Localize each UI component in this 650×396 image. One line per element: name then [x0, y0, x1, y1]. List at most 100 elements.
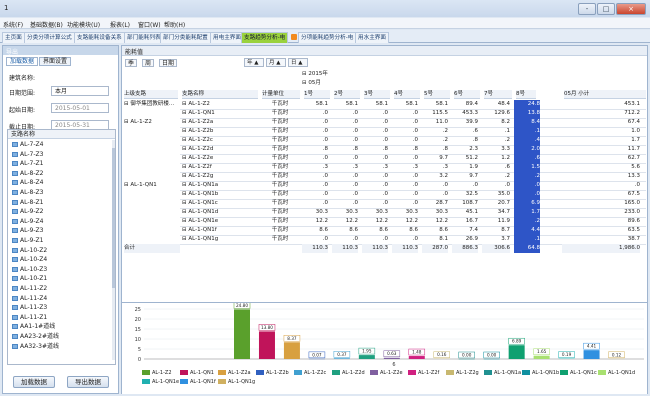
menu-system[interactable]: 系统(F) — [3, 20, 23, 29]
start-date-input[interactable]: 2015-05-01 — [51, 103, 109, 113]
minimize-button[interactable]: - — [578, 3, 596, 15]
tree-node[interactable]: AL-11-Z4 — [12, 295, 47, 302]
tree-node[interactable]: AL-8-Z4 — [12, 179, 43, 186]
tab-item-trend[interactable]: 分项能耗趋势分析-电 — [298, 32, 357, 43]
load-data-button[interactable]: 加载数据 — [13, 376, 55, 388]
legend-item[interactable]: AL-1-QN1c — [560, 370, 597, 376]
pivot-value-cell: 32.5 — [465, 191, 478, 197]
tree-node[interactable]: AL-11-Z2 — [12, 285, 47, 292]
pivot-total-cell: 306.6 — [482, 244, 510, 253]
pivot-row-unit: 千瓦时 — [271, 173, 289, 179]
tab-branch-device[interactable]: 支路能耗设备关系 — [74, 32, 125, 43]
measure-label: 能耗值 — [125, 49, 144, 56]
legend-item[interactable]: AL-1-QN1e — [142, 379, 179, 385]
legend-label: AL-1-QN1e — [152, 379, 180, 385]
subtab-load-data[interactable]: 加载数据 — [6, 57, 39, 66]
legend-item[interactable]: AL-1-Z2e — [370, 370, 403, 376]
tree-node-label: AL-7-Z3 — [20, 150, 44, 158]
menu-help[interactable]: 帮助(H) — [164, 20, 185, 29]
tree-node[interactable]: AL-10-Z3 — [12, 266, 47, 273]
tree-node[interactable]: AL-10-Z2 — [12, 247, 47, 254]
tab-branch-trend[interactable]: 支路趋势分析-电 — [241, 32, 289, 43]
date-type-select[interactable]: 本月 — [51, 86, 109, 96]
menu-reports[interactable]: 报表(L) — [110, 20, 130, 29]
tree-node[interactable]: AL-7-Z1 — [12, 160, 43, 167]
legend-item[interactable]: AL-1-QN1 — [180, 370, 214, 376]
legend-item[interactable]: AL-1-Z2f — [408, 370, 439, 376]
tab-dept-list[interactable]: 部门能耗列表 — [124, 32, 164, 43]
legend-item[interactable]: AL-1-Z2d — [332, 370, 365, 376]
pivot-value-cell: .0 — [352, 110, 358, 116]
tree-node[interactable]: AL-9-Z4 — [12, 218, 43, 225]
menu-window[interactable]: 窗口(W) — [138, 20, 161, 29]
tree-node[interactable]: AL-7-Z4 — [12, 141, 43, 148]
pivot-col-header: 上级支路 — [124, 90, 178, 99]
legend-swatch — [180, 379, 188, 384]
tree-node[interactable]: AL-10-Z1 — [12, 275, 47, 282]
pivot-value-cell: .3 — [322, 164, 328, 170]
legend-item[interactable]: AL-1-QN1a — [484, 370, 521, 376]
legend-label: AL-1-QN1a — [494, 370, 522, 376]
tree-node[interactable]: AL-11-Z1 — [12, 314, 47, 321]
legend-item[interactable]: AL-1-QN1d — [598, 370, 635, 376]
legend-item[interactable]: AL-1-Z2a — [218, 370, 251, 376]
folder-icon — [12, 228, 18, 234]
tab-electric-main[interactable]: 用电主界面 — [210, 32, 244, 43]
tree-node[interactable]: AL-8-Z3 — [12, 189, 43, 196]
pivot-field-0[interactable]: 年 ▲ — [244, 58, 264, 67]
tab-dept-config[interactable]: 部门分类能耗配置 — [160, 32, 211, 43]
tree-scrollbar[interactable] — [112, 140, 115, 360]
legend-item[interactable]: AL-1-QN1f — [180, 379, 216, 385]
legend-item[interactable]: AL-1-QN1b — [522, 370, 559, 376]
pivot-row-unit: 千瓦时 — [271, 209, 289, 215]
bar-AL-1-Z2a — [283, 342, 300, 359]
tree-node-label: AL-9-Z4 — [20, 217, 44, 225]
legend-item[interactable]: AL-1-Z2c — [294, 370, 326, 376]
y-tick-label: 15 — [135, 327, 141, 333]
tab-formula[interactable]: 分类分项计算公式 — [24, 32, 75, 43]
chart-area: 0 5 10 15 20 25 24.80 13.80 8.37 0.07 0.37 1.95 0.63… — [122, 302, 647, 394]
close-button[interactable]: × — [616, 3, 646, 15]
tree-node[interactable]: AL-10-Z4 — [12, 256, 47, 263]
legend-item[interactable]: AL-1-Z2 — [142, 370, 172, 376]
building-label: 建筑名称: — [9, 75, 36, 82]
tree-node[interactable]: AL-11-Z3 — [12, 304, 47, 311]
tree-node[interactable]: AL-9-Z3 — [12, 227, 43, 234]
menu-basic-data[interactable]: 基础数据(B) — [30, 20, 63, 29]
legend-swatch — [294, 370, 302, 375]
tree-node[interactable]: AA1-1#道线 — [12, 323, 55, 330]
chart-legend: AL-1-Z2 AL-1-QN1 AL-1-Z2a AL-1-Z2b AL-1-Z2c A… — [142, 367, 642, 393]
pivot-row-unit: 千瓦时 — [271, 227, 289, 233]
tree-node[interactable]: AA23-2#道线 — [12, 333, 59, 340]
tree-node[interactable]: AL-8-Z2 — [12, 170, 43, 177]
tree-node[interactable]: AL-9-Z1 — [12, 237, 43, 244]
tab-main[interactable]: 主页面 — [2, 32, 25, 43]
tree-node[interactable]: AL-7-Z3 — [12, 151, 43, 158]
pivot-value-cell: 8.6 — [439, 227, 448, 233]
pivot-value-cell: 165.0 — [624, 200, 640, 206]
tab-water-main[interactable]: 用水主界面 — [355, 32, 389, 43]
pivot-value-cell: .0 — [352, 200, 358, 206]
legend-item[interactable]: AL-1-Z2b — [256, 370, 289, 376]
tree-node[interactable]: AA32-3#道线 — [12, 343, 59, 350]
legend-swatch — [256, 370, 264, 375]
pivot-value-cell: .0 — [514, 190, 540, 199]
pivot-field-2[interactable]: 日 ▲ — [288, 58, 308, 67]
pivot-value-cell: .0 — [352, 155, 358, 161]
legend-item[interactable]: AL-1-Z2g — [446, 370, 479, 376]
subtab-ui-settings[interactable]: 界面设置 — [39, 57, 72, 66]
export-data-button[interactable]: 导出数据 — [67, 376, 109, 388]
legend-swatch — [522, 370, 530, 375]
folder-icon — [12, 324, 18, 330]
folder-icon — [12, 218, 18, 224]
pivot-value-cell: .2 — [504, 173, 510, 179]
close-tab-icon[interactable] — [291, 34, 297, 40]
maximize-button[interactable]: □ — [597, 3, 615, 15]
pivot-field-1[interactable]: 月 ▲ — [266, 58, 286, 67]
legend-item[interactable]: AL-1-QN1g — [218, 379, 255, 385]
tree-node[interactable]: AL-8-Z1 — [12, 199, 43, 206]
tree-node-label: AL-11-Z3 — [20, 304, 48, 312]
menu-modules[interactable]: 功能模块(U) — [67, 20, 100, 29]
tree-node[interactable]: AL-9-Z2 — [12, 208, 43, 215]
app-window: 1 - □ × 系统(F) 基础数据(B) 功能模块(U) 报表(L) 窗口(W… — [0, 0, 650, 396]
